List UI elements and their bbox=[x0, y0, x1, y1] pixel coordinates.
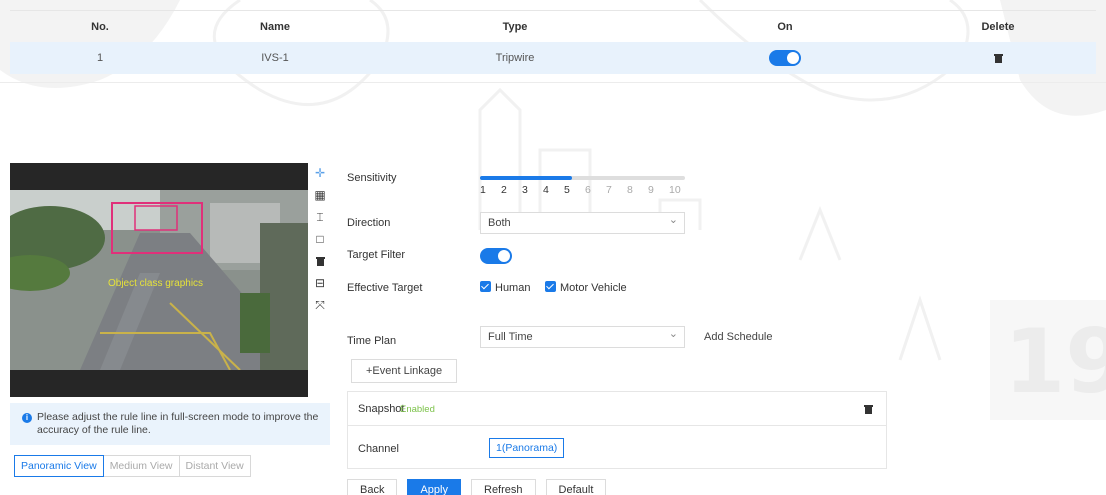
table-header-row: No. Name Type On Delete bbox=[10, 10, 1096, 42]
rule-table: No. Name Type On Delete 1 IVS-1 Tripwire bbox=[10, 10, 1096, 74]
time-plan-select[interactable]: Full Time bbox=[480, 324, 685, 348]
tick: 8 bbox=[627, 184, 633, 196]
divider bbox=[0, 82, 1106, 83]
sensitivity-slider[interactable] bbox=[480, 176, 685, 182]
back-button[interactable]: Back bbox=[347, 479, 398, 495]
sensitivity-ticks: 1 2 3 4 5 6 7 8 9 10 bbox=[480, 184, 695, 196]
panoramic-view-button[interactable]: Panoramic View bbox=[14, 455, 104, 477]
row-no: 1 bbox=[96, 52, 104, 64]
snapshot-label: Snapshot bbox=[358, 403, 405, 415]
tick: 6 bbox=[585, 184, 591, 196]
row-name: IVS-1 bbox=[261, 52, 289, 64]
table-row[interactable]: 1 IVS-1 Tripwire bbox=[10, 42, 1096, 74]
rectangle-icon[interactable]: □ bbox=[310, 229, 330, 249]
target-size-icon[interactable]: ⊟ bbox=[310, 273, 330, 293]
camera-scene: Object class graphics bbox=[10, 163, 308, 397]
medium-view-button[interactable]: Medium View bbox=[102, 455, 180, 477]
human-checkbox[interactable]: Human bbox=[480, 281, 530, 294]
snapshot-bar: Snapshot Enabled bbox=[348, 392, 886, 426]
tick: 7 bbox=[606, 184, 612, 196]
direction-select[interactable]: Both bbox=[480, 210, 685, 234]
row-type: Tripwire bbox=[495, 52, 535, 64]
header-on: On bbox=[777, 20, 793, 33]
target-filter-label: Target Filter bbox=[347, 249, 406, 261]
overlay-label: Object class graphics bbox=[108, 278, 203, 289]
checkbox-checked-icon bbox=[480, 281, 491, 292]
rule-tip: i Please adjust the rule line in full-sc… bbox=[10, 403, 330, 445]
human-label: Human bbox=[495, 282, 531, 294]
tick: 2 bbox=[501, 184, 507, 196]
crosshair-icon[interactable]: ✛ bbox=[310, 163, 330, 183]
header-no: No. bbox=[91, 20, 109, 33]
svg-text:19: 19 bbox=[1004, 310, 1106, 413]
header-type: Type bbox=[502, 20, 528, 33]
info-icon: i bbox=[22, 413, 32, 423]
add-schedule-link[interactable]: Add Schedule bbox=[704, 331, 773, 343]
refresh-button[interactable]: Refresh bbox=[471, 479, 536, 495]
channel-label: Channel bbox=[358, 443, 399, 455]
tick: 4 bbox=[543, 184, 549, 196]
distant-view-button[interactable]: Distant View bbox=[178, 455, 251, 477]
apply-button[interactable]: Apply bbox=[407, 479, 461, 495]
motor-vehicle-checkbox[interactable]: Motor Vehicle bbox=[545, 281, 627, 294]
tick: 3 bbox=[522, 184, 528, 196]
tick: 10 bbox=[669, 184, 681, 196]
direction-label: Direction bbox=[347, 217, 391, 229]
line-icon[interactable]: ⌶ bbox=[310, 207, 330, 227]
tip-text: Please adjust the rule line in full-scre… bbox=[37, 411, 319, 436]
time-plan-label: Time Plan bbox=[347, 335, 397, 347]
header-name: Name bbox=[260, 20, 290, 33]
action-bar: Back Apply Refresh Default bbox=[347, 479, 616, 495]
drawing-toolbar: ✛ ▦ ⌶ □ ⊟ ⤧ bbox=[310, 163, 330, 317]
default-button[interactable]: Default bbox=[545, 479, 607, 495]
fullscreen-icon[interactable]: ⤧ bbox=[310, 295, 330, 315]
trash-icon[interactable] bbox=[310, 251, 330, 271]
target-filter-toggle[interactable] bbox=[480, 248, 512, 264]
delete-linkage-icon[interactable] bbox=[864, 404, 873, 414]
delete-rule-icon[interactable] bbox=[993, 53, 1003, 64]
effective-target-label: Effective Target bbox=[347, 282, 423, 294]
grid-icon[interactable]: ▦ bbox=[310, 185, 330, 205]
tick: 5 bbox=[564, 184, 570, 196]
checkbox-checked-icon bbox=[545, 281, 556, 292]
rule-enable-toggle[interactable] bbox=[769, 50, 801, 66]
snapshot-status: Enabled bbox=[400, 404, 435, 415]
motor-vehicle-label: Motor Vehicle bbox=[560, 282, 627, 294]
event-linkage-button[interactable]: +Event Linkage bbox=[351, 359, 458, 383]
video-preview[interactable]: Object class graphics bbox=[10, 163, 308, 397]
view-switcher: Panoramic View Medium View Distant View bbox=[14, 455, 251, 477]
header-delete: Delete bbox=[981, 20, 1015, 33]
tick: 9 bbox=[648, 184, 654, 196]
channel-button[interactable]: 1(Panorama) bbox=[489, 438, 565, 458]
sensitivity-label: Sensitivity bbox=[347, 172, 397, 184]
event-linkage-panel: Snapshot Enabled Channel 1(Panorama) bbox=[347, 391, 887, 469]
tick: 1 bbox=[480, 184, 486, 196]
